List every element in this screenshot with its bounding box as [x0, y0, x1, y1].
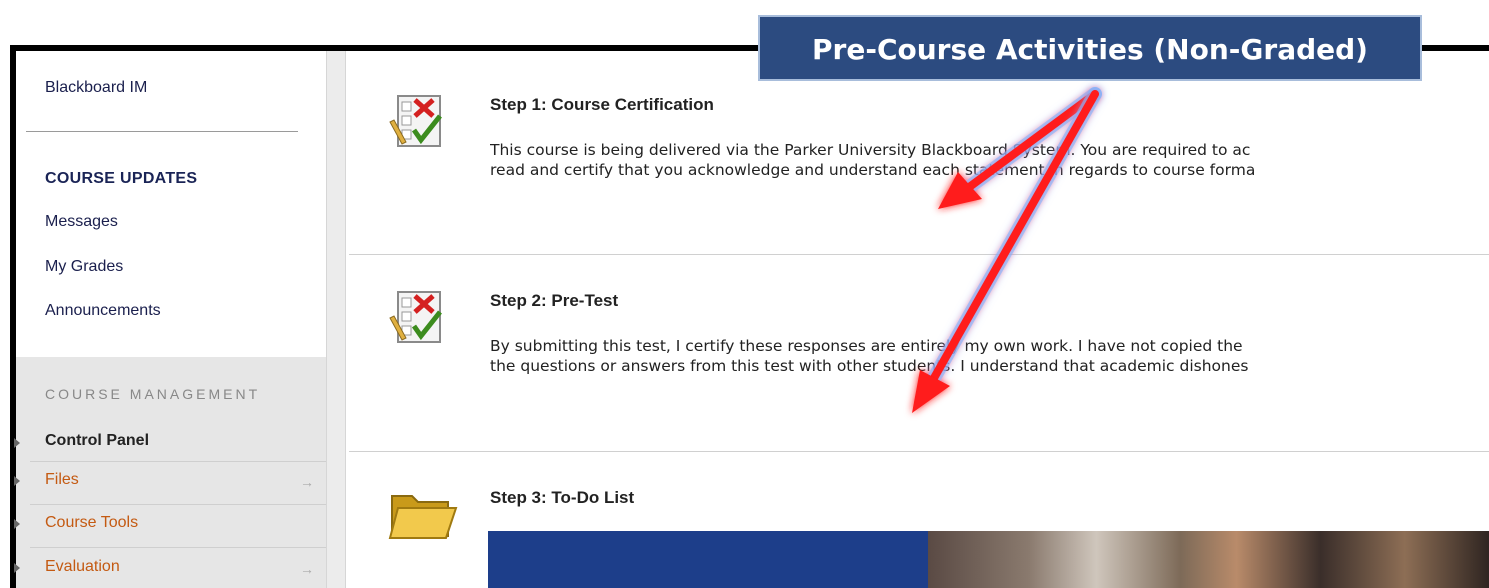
cp-item-files[interactable]: Files	[45, 471, 79, 489]
test-icon[interactable]	[388, 288, 448, 346]
item-separator	[349, 254, 1489, 255]
cp-item-evaluation[interactable]: Evaluation	[45, 558, 120, 576]
step-3-title[interactable]: Step 3: To-Do List	[490, 488, 634, 508]
course-menu-sidebar: Blackboard IM COURSE UPDATES Messages My…	[14, 51, 326, 588]
folder-icon[interactable]	[388, 486, 458, 542]
expand-triangle-icon[interactable]	[14, 476, 20, 486]
arrow-right-icon: →	[300, 474, 314, 490]
sidebar-item-blackboard-im[interactable]: Blackboard IM	[45, 79, 147, 97]
annotation-banner-title: Pre-Course Activities (Non-Graded)	[812, 33, 1368, 66]
sidebar-item-announcements[interactable]: Announcements	[45, 302, 161, 320]
step-2-title[interactable]: Step 2: Pre-Test	[490, 291, 618, 311]
control-panel-label[interactable]: Control Panel	[45, 432, 149, 450]
row-divider	[30, 461, 326, 462]
expand-triangle-icon[interactable]	[14, 563, 20, 573]
expand-triangle-icon[interactable]	[14, 438, 20, 448]
todo-list-promo-image[interactable]	[488, 531, 1489, 588]
annotation-banner: Pre-Course Activities (Non-Graded)	[758, 15, 1422, 81]
step-1-description-line2: read and certify that you acknowledge an…	[490, 161, 1256, 179]
course-updates-heading: COURSE UPDATES	[45, 170, 198, 187]
step-2-description-line1: By submitting this test, I certify these…	[490, 337, 1243, 355]
row-divider	[30, 547, 326, 548]
row-divider	[30, 504, 326, 505]
course-management-heading: COURSE MANAGEMENT	[45, 386, 261, 402]
course-management-panel: COURSE MANAGEMENT Control Panel Files → …	[14, 357, 326, 588]
expand-triangle-icon[interactable]	[14, 519, 20, 529]
arrow-right-icon: →	[300, 561, 314, 577]
item-separator	[349, 451, 1489, 452]
sidebar-item-my-grades[interactable]: My Grades	[45, 258, 123, 276]
step-1-title[interactable]: Step 1: Course Certification	[490, 95, 714, 115]
sidebar-scrollbar[interactable]	[326, 51, 346, 588]
sidebar-item-messages[interactable]: Messages	[45, 213, 118, 231]
promo-photo	[928, 531, 1489, 588]
test-icon[interactable]	[388, 92, 448, 150]
cp-item-course-tools[interactable]: Course Tools	[45, 514, 138, 532]
sidebar-divider	[26, 131, 298, 132]
step-1-description-line1: This course is being delivered via the P…	[490, 141, 1251, 159]
step-2-description-line2: the questions or answers from this test …	[490, 357, 1249, 375]
